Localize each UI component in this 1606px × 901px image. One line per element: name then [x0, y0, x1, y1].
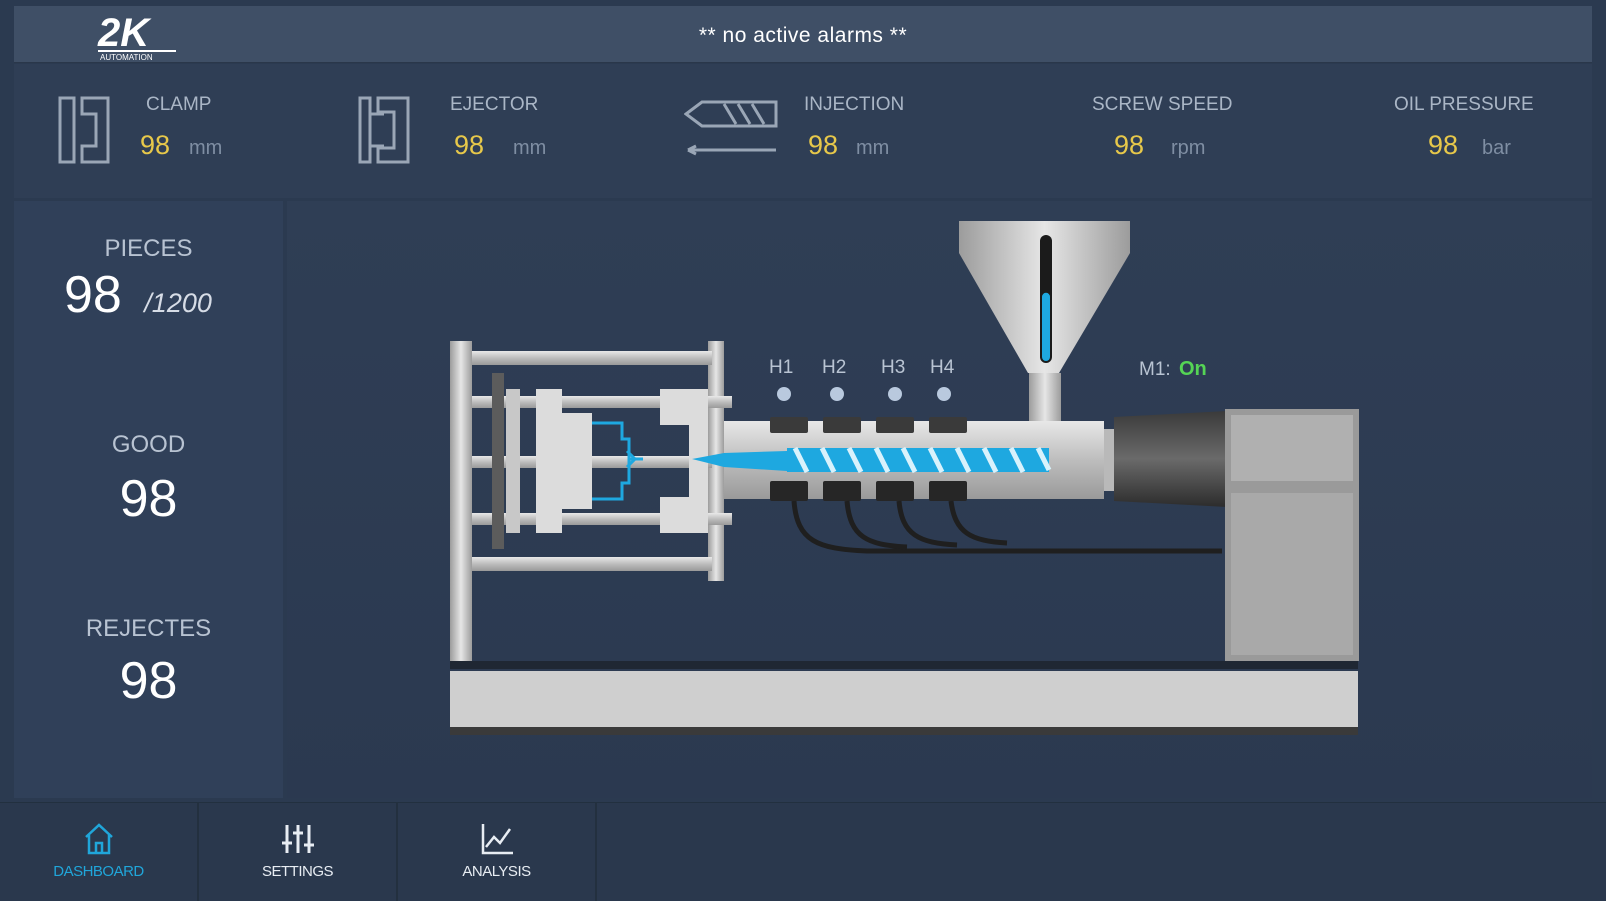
good-label: GOOD — [111, 431, 186, 458]
pieces-label: PIECES — [104, 235, 193, 262]
hopper-throat — [1029, 373, 1061, 421]
pieces-value: 98 — [64, 266, 122, 324]
metric-label: INJECTION — [804, 94, 905, 115]
process-metrics: CLAMP 98 mm EJECTOR 98 mm INJECTION 98 m… — [14, 64, 1592, 198]
rejects-label: REJECTES — [85, 615, 212, 642]
metric-value: 98 — [454, 130, 485, 160]
heater-led-h2 — [830, 387, 844, 401]
ejector-icon — [358, 96, 410, 164]
hopper-level-fill — [1042, 292, 1050, 361]
nav-label: DASHBOARD — [53, 863, 144, 880]
metric-value: 98 — [1428, 130, 1459, 160]
heater-label-h4: H4 — [930, 357, 955, 378]
metric-unit: mm — [856, 137, 890, 159]
motor-label: M1: — [1139, 359, 1171, 380]
nav-analysis[interactable]: ANALYSIS — [398, 803, 597, 901]
metric-unit: mm — [189, 137, 223, 159]
injection-molding-machine: H1 H2 H3 H4 M1: On — [450, 221, 1359, 735]
clamp-icon — [58, 96, 110, 164]
metric-label: EJECTOR — [450, 94, 539, 115]
metric-value: 98 — [1114, 130, 1145, 160]
rear-platen — [450, 341, 472, 661]
heater-led-h3 — [888, 387, 902, 401]
nav-label: SETTINGS — [261, 863, 334, 880]
injection-icon — [684, 100, 778, 156]
drive-motor — [1114, 411, 1227, 507]
sliders-icon — [282, 825, 314, 853]
alarm-status: ** no active alarms ** — [698, 24, 908, 47]
good-value: 98 — [119, 470, 178, 528]
header-bar: 2K AUTOMATION ** no active alarms ** — [14, 6, 1592, 63]
heater-label-h2: H2 — [822, 357, 846, 378]
nav-settings[interactable]: SETTINGS — [199, 803, 398, 901]
metric-unit: bar — [1482, 137, 1511, 159]
pieces-total: /1200 — [144, 288, 212, 318]
home-icon — [85, 823, 113, 855]
mold-half-moving — [536, 389, 592, 533]
metric-value: 98 — [140, 130, 171, 160]
machine-view: H1 H2 H3 H4 M1: On — [287, 201, 1592, 798]
heater-label-h3: H3 — [881, 357, 905, 378]
heater-label-h1: H1 — [769, 357, 793, 378]
rejects-value: 98 — [119, 652, 178, 710]
metric-unit: rpm — [1171, 137, 1206, 159]
logo-subtext: AUTOMATION — [100, 53, 153, 62]
moving-platen — [492, 373, 504, 549]
pieces-counter: 98 /1200 — [64, 265, 212, 325]
heater-cables — [791, 500, 1222, 554]
heater-led-h4 — [937, 387, 951, 401]
metric-label: OIL PRESSURE — [1394, 94, 1534, 115]
bottom-navigation: DASHBOARD SETTINGS ANALYSIS — [0, 802, 1606, 901]
metric-label: CLAMP — [146, 94, 212, 115]
machine-base — [450, 671, 1358, 727]
heater-indicators — [777, 387, 951, 401]
chart-icon — [481, 824, 513, 855]
metric-value: 98 — [808, 130, 839, 160]
production-counters: PIECES 98 /1200 GOOD 98 REJECTES 98 — [14, 201, 283, 798]
nav-label: ANALYSIS — [462, 863, 531, 880]
metric-label: SCREW SPEED — [1092, 94, 1233, 115]
heater-led-h1 — [777, 387, 791, 401]
motor-status: On — [1179, 358, 1207, 380]
nav-dashboard[interactable]: DASHBOARD — [0, 803, 199, 901]
metric-unit: mm — [513, 137, 547, 159]
